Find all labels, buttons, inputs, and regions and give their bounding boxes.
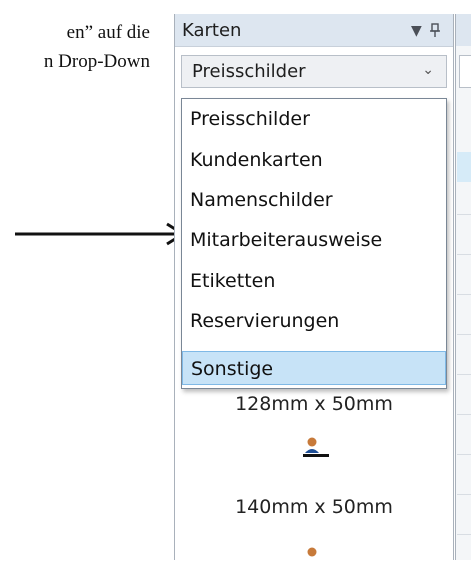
adjacent-panel-divider — [457, 494, 471, 495]
combo-value: Preisschilder — [192, 61, 306, 82]
card-size-label[interactable]: 140mm x 50mm — [175, 496, 453, 518]
adjacent-panel-divider — [457, 294, 471, 295]
karten-panel: Karten ▼ Preisschilder ⌄ Preisschilder K… — [174, 14, 454, 560]
dropdown-item-reservierungen[interactable]: Reservierungen — [182, 304, 446, 338]
adjacent-panel-field — [459, 55, 471, 88]
adjacent-panel-divider — [457, 214, 471, 215]
adjacent-panel-header — [456, 14, 471, 46]
adjacent-panel-divider — [457, 374, 471, 375]
dropdown-item-kundenkarten[interactable]: Kundenkarten — [182, 143, 446, 177]
category-combobox[interactable]: Preisschilder ⌄ — [181, 55, 447, 88]
panel-header: Karten ▼ — [175, 14, 453, 47]
adjacent-panel-edge — [455, 14, 471, 560]
card-preview-icon[interactable] — [290, 542, 342, 572]
dropdown-item-namenschilder[interactable]: Namenschilder — [182, 183, 446, 217]
document-line-1: en” auf die — [66, 22, 150, 43]
document-text: en” auf die n Drop-Down — [0, 18, 150, 76]
dropdown-item-mitarbeiterausweise[interactable]: Mitarbeiterausweise — [182, 223, 446, 257]
panel-title: Karten — [182, 20, 242, 41]
annotation-arrow — [15, 222, 186, 246]
adjacent-panel-divider — [457, 254, 471, 255]
dropdown-item-preisschilder[interactable]: Preisschilder — [182, 102, 446, 136]
adjacent-panel-divider — [457, 414, 471, 415]
document-line-2: n Drop-Down — [43, 51, 150, 72]
card-size-label[interactable]: 128mm x 50mm — [175, 393, 453, 415]
adjacent-panel-divider — [457, 534, 471, 535]
dropdown-item-sonstige[interactable]: Sonstige — [182, 351, 446, 385]
category-dropdown-list[interactable]: Preisschilder Kundenkarten Namenschilder… — [181, 98, 447, 389]
card-preview-icon[interactable] — [290, 434, 342, 464]
dropdown-triangle-icon[interactable]: ▼ — [411, 23, 422, 39]
chevron-down-icon[interactable]: ⌄ — [422, 62, 434, 78]
pin-icon[interactable] — [430, 23, 440, 41]
adjacent-panel-divider — [457, 454, 471, 455]
adjacent-panel-row-highlight — [457, 152, 471, 182]
dropdown-item-etiketten[interactable]: Etiketten — [182, 264, 446, 298]
adjacent-panel-divider — [457, 334, 471, 335]
